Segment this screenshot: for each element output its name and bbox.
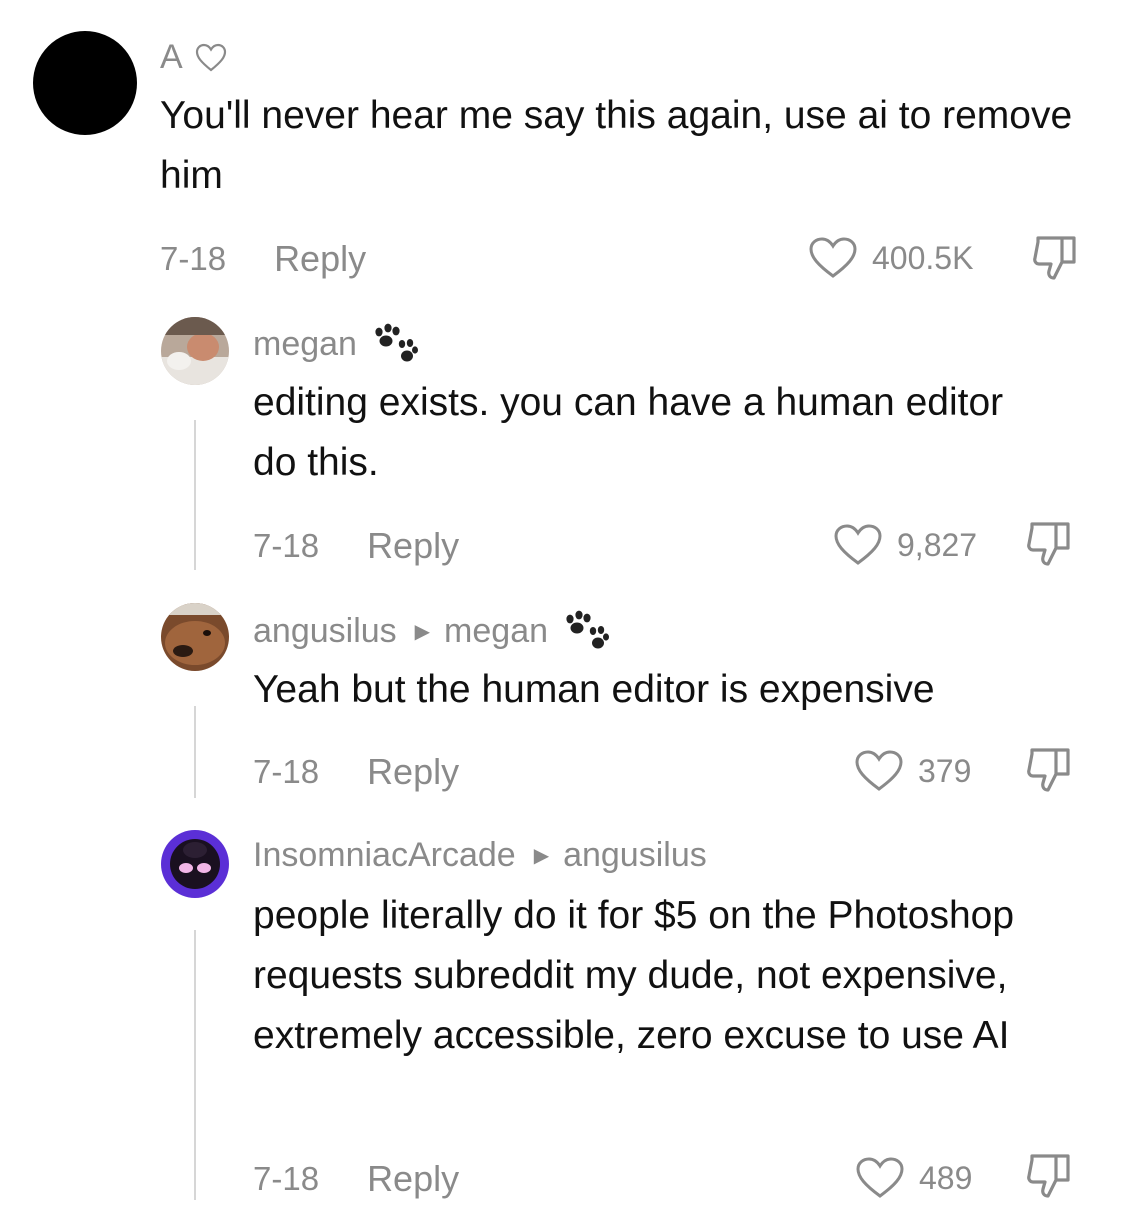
username[interactable]: InsomniacArcade (253, 836, 516, 875)
paw-print-icon (560, 609, 610, 653)
reply-to-username[interactable]: angusilus (563, 836, 707, 875)
reply-button[interactable]: Reply (367, 751, 459, 793)
heart-icon (834, 524, 882, 565)
heart-icon (809, 237, 857, 278)
thread-line (194, 706, 196, 798)
thread-line (194, 930, 196, 1200)
thumbs-down-icon (1027, 748, 1070, 792)
comment-header: InsomniacArcade ▶ angusilus (253, 836, 707, 875)
comment-date: 7-18 (160, 240, 227, 277)
paw-print-icon (369, 322, 419, 366)
comment-footer: 7-18 Reply (253, 525, 459, 567)
reply-arrow-icon: ▶ (533, 845, 550, 867)
like-button[interactable]: 400.5K (808, 236, 973, 280)
dislike-button[interactable] (1024, 746, 1074, 799)
reply-button[interactable]: Reply (367, 525, 459, 567)
like-count: 9,827 (897, 526, 978, 563)
comment-text: editing exists. you can have a human edi… (253, 381, 1004, 484)
like-count: 489 (919, 1159, 973, 1196)
comment-footer: 7-18 Reply (253, 1158, 459, 1200)
like-count: 379 (918, 752, 972, 789)
comment-header: megan (253, 322, 419, 366)
like-button[interactable]: 379 (854, 749, 971, 793)
comment-text: Yeah but the human editor is expensive (253, 668, 935, 711)
reply-to-username[interactable]: megan (444, 612, 548, 651)
reply-button[interactable]: Reply (274, 238, 366, 280)
dislike-button[interactable] (1024, 1152, 1074, 1205)
username[interactable]: A (160, 38, 183, 77)
thumbs-down-icon (1033, 236, 1076, 280)
dislike-button[interactable] (1024, 520, 1074, 573)
avatar[interactable] (161, 603, 229, 671)
reply-button[interactable]: Reply (367, 1158, 459, 1200)
heart-outline-icon (195, 43, 227, 73)
dislike-button[interactable] (1030, 234, 1080, 287)
thumbs-down-icon (1027, 1154, 1070, 1198)
comment-header: A (160, 38, 227, 77)
avatar[interactable] (161, 317, 229, 385)
username[interactable]: megan (253, 325, 357, 364)
comment-date: 7-18 (253, 1160, 320, 1197)
like-button[interactable]: 489 (855, 1156, 972, 1200)
comment-footer: 7-18 Reply (160, 238, 366, 280)
comment-footer: 7-18 Reply (253, 751, 459, 793)
username[interactable]: angusilus (253, 612, 397, 651)
comment-text: You'll never hear me say this again, use… (160, 94, 1073, 197)
thumbs-down-icon (1027, 522, 1070, 566)
avatar[interactable] (33, 31, 137, 135)
comment-text: people literally do it for $5 on the Pho… (253, 894, 1015, 1057)
comment-date: 7-18 (253, 527, 320, 564)
like-button[interactable]: 9,827 (833, 523, 977, 567)
heart-icon (855, 750, 903, 791)
comment-date: 7-18 (253, 753, 320, 790)
like-count: 400.5K (872, 239, 974, 276)
reply-arrow-icon: ▶ (414, 620, 431, 643)
thread-line (194, 420, 196, 570)
comment-header: angusilus ▶ megan (253, 609, 610, 653)
heart-icon (856, 1157, 904, 1198)
avatar[interactable] (161, 830, 229, 898)
